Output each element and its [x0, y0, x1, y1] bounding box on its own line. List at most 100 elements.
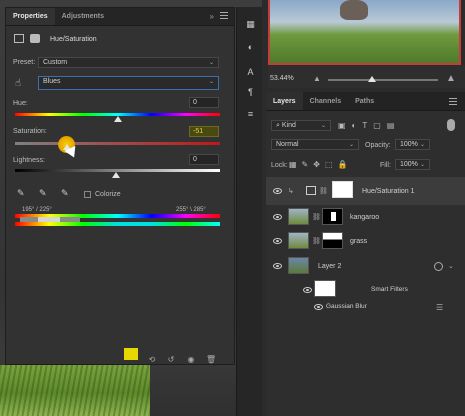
character-icon[interactable]: A	[245, 67, 256, 78]
panel-menu-icon[interactable]	[220, 12, 228, 20]
canvas-image-grass	[0, 365, 150, 416]
layer-thumbnail[interactable]	[288, 208, 309, 225]
layer-mask-thumbnail[interactable]	[322, 232, 343, 249]
layers-tab-bar: Layers Channels Paths	[266, 92, 465, 111]
mask-icon[interactable]	[30, 34, 40, 43]
eyedropper-minus-icon[interactable]: ✎	[61, 188, 69, 199]
zoom-slider-track[interactable]	[328, 79, 438, 81]
filter-options-icon[interactable]: ☰	[436, 303, 443, 312]
tab-adjustments[interactable]: Adjustments	[55, 8, 111, 25]
properties-tab-bar: Properties Adjustments »	[6, 8, 234, 26]
channel-dropdown[interactable]: Blues ⌄	[38, 76, 219, 90]
chevron-down-icon: ⌄	[208, 60, 214, 66]
properties-icon[interactable]: ≡	[245, 109, 256, 120]
lightness-label: Lightness:	[13, 157, 45, 164]
opacity-label: Opacity:	[365, 142, 391, 149]
fill-value: 100%	[400, 161, 418, 168]
filter-toggle[interactable]	[447, 119, 455, 131]
tab-layers[interactable]: Layers	[266, 92, 303, 110]
panel-menu-icon[interactable]	[449, 98, 457, 105]
link-icon[interactable]: ⛓	[312, 237, 321, 245]
visibility-eye-icon[interactable]	[273, 214, 282, 220]
panel-dock-strip: ▦ ◐ A ¶ ≡	[236, 7, 262, 416]
navigator-preview[interactable]	[268, 0, 461, 65]
layer-mask-thumbnail[interactable]	[322, 208, 343, 225]
blend-mode-dropdown[interactable]: Normal ⌄	[271, 139, 359, 150]
eyedropper-icon[interactable]: ✎	[17, 188, 25, 199]
view-previous-state-icon[interactable]: ⟲	[147, 355, 157, 364]
layer-name: Smart Filters	[371, 286, 408, 293]
preset-dropdown[interactable]: Custom ⌄	[38, 57, 219, 68]
lock-icons[interactable]: ▦✎✥⬚🔒	[289, 160, 352, 169]
navigator-zoom-bar: 53.44% ▲ ▲	[268, 66, 465, 88]
layer-row-grass[interactable]: ⛓ grass	[266, 229, 465, 253]
opacity-field[interactable]: 100% ⌄	[395, 139, 430, 150]
hue-field[interactable]: 0	[189, 97, 219, 108]
layer-name: kangaroo	[350, 214, 380, 221]
swatches-icon[interactable]: ▦	[245, 19, 256, 30]
smart-object-icon	[434, 262, 443, 271]
layer-row-kangaroo[interactable]: ⛓ kangaroo	[266, 205, 465, 229]
adjustment-title: Hue/Saturation	[50, 36, 97, 43]
link-icon[interactable]: ⛓	[319, 187, 328, 195]
tab-paths[interactable]: Paths	[348, 92, 381, 110]
tab-channels[interactable]: Channels	[303, 92, 349, 110]
clip-arrow-icon: ↳	[288, 188, 294, 195]
layer-row-hue-saturation[interactable]: ↳ ⛓ Hue/Saturation 1	[266, 177, 465, 205]
visibility-eye-icon[interactable]	[273, 263, 282, 269]
layer-name: Layer 2	[318, 263, 342, 270]
layer-row-smart-filters[interactable]: Smart Filters	[266, 279, 465, 299]
adjusted-color-bar	[15, 222, 220, 226]
zoom-slider-thumb[interactable]	[368, 76, 376, 82]
saturation-field[interactable]: -51	[189, 126, 219, 137]
chevron-down-icon[interactable]: ⌄	[448, 262, 454, 270]
layer-name: Hue/Saturation 1	[362, 188, 415, 195]
delete-icon[interactable]: 🗑	[206, 355, 216, 364]
preset-value: Custom	[43, 59, 68, 66]
visibility-eye-icon[interactable]	[273, 238, 282, 244]
zoom-out-icon[interactable]: ▲	[313, 74, 321, 83]
fill-field[interactable]: 100% ⌄	[395, 159, 430, 170]
range-left-readout: 195° / 225°	[22, 207, 52, 213]
visibility-eye-icon[interactable]: ◉	[186, 355, 196, 364]
reset-icon[interactable]: ↺	[166, 355, 176, 364]
visibility-eye-icon[interactable]	[303, 287, 312, 293]
filter-kind-dropdown[interactable]: ⌕ Kind ⌄	[271, 120, 331, 131]
layer-thumbnail[interactable]	[288, 232, 309, 249]
layer-row-layer-2[interactable]: Layer 2 ⌄	[266, 253, 465, 279]
tab-properties[interactable]: Properties	[6, 8, 55, 25]
chevron-down-icon: ⌄	[419, 142, 425, 148]
smart-filter-mask-thumbnail[interactable]	[314, 280, 336, 297]
layer-mask-thumbnail[interactable]	[332, 181, 353, 198]
layer-filter-icons[interactable]: ▣◐T▢▤	[338, 121, 400, 130]
lightness-field[interactable]: 0	[189, 154, 219, 165]
color-icon[interactable]: ◐	[245, 42, 256, 53]
layer-row-gaussian-blur[interactable]: Gaussian Blur ☰	[266, 299, 465, 315]
properties-panel: Properties Adjustments » Hue/Saturation …	[5, 7, 235, 365]
clip-to-layer-icon[interactable]	[124, 348, 138, 360]
link-icon[interactable]: ⛓	[312, 213, 321, 221]
channel-value: Blues	[43, 78, 61, 85]
chevron-down-icon: ⌄	[348, 142, 354, 148]
chevron-down-icon: ⌄	[419, 162, 425, 168]
layer-name: grass	[350, 238, 368, 245]
adjustment-layer-icon[interactable]	[14, 34, 24, 43]
lightness-slider-thumb[interactable]	[112, 172, 120, 178]
layer-name: Gaussian Blur	[326, 303, 367, 310]
chevron-down-icon: ⌄	[208, 79, 214, 85]
hue-slider-thumb[interactable]	[114, 116, 122, 122]
on-image-adjustment-icon[interactable]: ☝	[15, 78, 27, 90]
paragraph-icon[interactable]: ¶	[245, 87, 256, 98]
visibility-eye-icon[interactable]	[314, 304, 323, 310]
lock-label: Lock:	[271, 162, 288, 169]
layer-thumbnail[interactable]	[288, 257, 309, 274]
saturation-label: Saturation:	[13, 128, 47, 135]
zoom-in-icon[interactable]: ▲	[446, 73, 456, 84]
kangaroo-image	[340, 0, 368, 20]
layers-panel: Layers Channels Paths ⌕ Kind ⌄ ▣◐T▢▤ Nor…	[266, 92, 465, 416]
collapse-panel-icon[interactable]: »	[210, 12, 214, 21]
colorize-checkbox[interactable]	[84, 191, 91, 198]
saturation-slider-track[interactable]	[15, 142, 220, 145]
eyedropper-plus-icon[interactable]: ✎	[39, 188, 47, 199]
visibility-eye-icon[interactable]	[273, 188, 282, 194]
